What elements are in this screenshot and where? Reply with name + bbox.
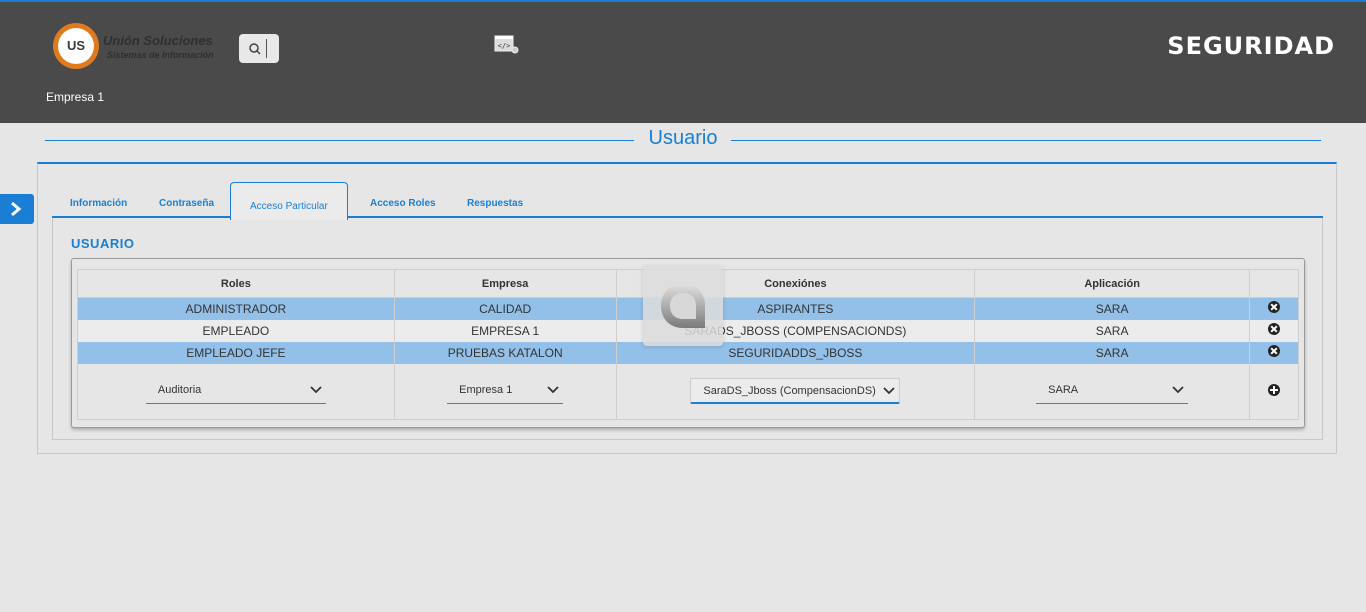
section-title: USUARIO — [71, 236, 135, 251]
sidebar-toggle[interactable] — [0, 194, 34, 224]
tab-acceso-particular[interactable]: Acceso Particular — [230, 182, 348, 220]
page-title-row: Usuario — [45, 126, 1321, 154]
logo-mark: US — [66, 38, 86, 53]
add-icon[interactable] — [1268, 383, 1281, 396]
chevron-down-icon — [547, 386, 559, 394]
column-header-roles: Roles — [77, 269, 395, 298]
search-caret — [266, 39, 267, 58]
logo-subtitle: Sistemas de Información — [107, 50, 214, 60]
tab-respuestas[interactable]: Respuestas — [467, 198, 523, 209]
chevron-down-icon — [883, 387, 896, 395]
loading-spinner — [643, 266, 723, 346]
new-entry-row: Auditoria Empresa 1 SaraDS_Jboss (Compen… — [77, 363, 1299, 420]
tab-contrasena[interactable]: Contraseña — [159, 198, 214, 209]
rol-select[interactable]: Auditoria — [145, 378, 326, 405]
rol-select-value: Auditoria — [157, 384, 202, 397]
cell-empresa: EMPRESA 1 — [393, 319, 617, 342]
company-name: Empresa 1 — [46, 90, 105, 104]
page-title: Usuario — [648, 127, 718, 149]
empresa-select-value: Empresa 1 — [459, 384, 513, 397]
top-header: US Unión Soluciones Sistemas de Informac… — [0, 0, 1366, 123]
column-header-empresa: Empresa — [393, 269, 617, 298]
column-header-aplicacion: Aplicación — [974, 269, 1251, 298]
cell-aplicacion: SARA — [974, 319, 1251, 342]
svg-text:</>: </> — [498, 42, 511, 50]
cell-empresa: PRUEBAS KATALON — [393, 341, 617, 364]
loading-icon — [661, 284, 705, 328]
tab-informacion[interactable]: Información — [70, 198, 127, 209]
chevron-down-icon — [1172, 386, 1184, 394]
cell-aplicacion: SARA — [974, 341, 1251, 364]
cell-rol: EMPLEADO JEFE — [77, 341, 395, 364]
column-header-actions — [1249, 269, 1299, 298]
cell-aplicacion: SARA — [974, 297, 1251, 320]
remove-icon[interactable] — [1268, 301, 1281, 314]
remove-icon[interactable] — [1268, 323, 1281, 335]
conexion-select[interactable]: SaraDS_Jboss (CompensacionDS) — [690, 378, 901, 405]
tab-acceso-roles[interactable]: Acceso Roles — [370, 198, 436, 209]
remove-icon[interactable] — [1268, 345, 1281, 357]
company-logo[interactable]: US Unión Soluciones Sistemas de Informac… — [53, 23, 223, 69]
logo-emblem: US — [53, 23, 99, 69]
conexion-select-value: SaraDS_Jboss (CompensacionDS) — [703, 385, 876, 398]
logo-title: Unión Soluciones — [103, 33, 213, 48]
code-settings-icon[interactable]: </> — [494, 35, 520, 55]
search-button[interactable] — [239, 34, 279, 63]
chevron-down-icon — [310, 386, 322, 394]
chevron-right-icon — [11, 201, 22, 217]
aplicacion-select-value: SARA — [1048, 384, 1079, 397]
cell-empresa: CALIDAD — [393, 297, 617, 320]
cell-rol: ADMINISTRADOR — [77, 297, 395, 320]
app-brand: SEGURIDAD — [1167, 32, 1335, 60]
empresa-select[interactable]: Empresa 1 — [447, 378, 564, 405]
search-icon — [249, 43, 261, 55]
tab-bar: Información Contraseña Acceso Particular… — [52, 182, 1323, 220]
cell-rol: EMPLEADO — [77, 319, 395, 342]
aplicacion-select[interactable]: SARA — [1036, 378, 1189, 405]
